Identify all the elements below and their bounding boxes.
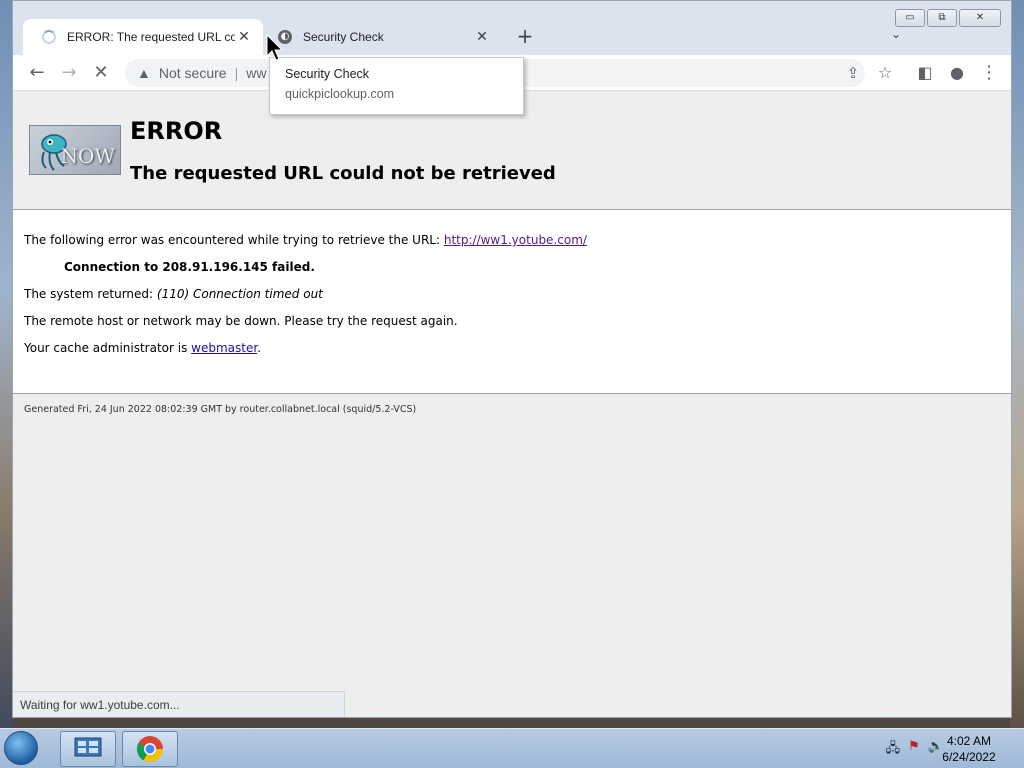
tooltip-url: quickpiclookup.com: [285, 87, 395, 101]
bottom-divider: [13, 393, 1011, 394]
error-details: The following error was encountered whil…: [13, 210, 1011, 393]
remote-host-text: The remote host or network may be down. …: [24, 314, 458, 328]
tab-close-icon[interactable]: ✕: [473, 28, 491, 46]
tab-error[interactable]: ERROR: The requested URL could not be re…: [23, 19, 263, 55]
bookmark-star-icon[interactable]: ☆: [873, 61, 897, 85]
warning-icon: ▲: [137, 65, 151, 81]
system-error-text: (110) Connection timed out: [156, 287, 323, 301]
start-button[interactable]: [4, 731, 44, 767]
address-separator: |: [234, 65, 239, 81]
desktop-background-right: [1010, 0, 1024, 728]
system-returned-line: The system returned: (110) Connection ti…: [24, 287, 323, 301]
taskbar: 🖧 ⚑ 🔈 4:02 AM 6/24/2022: [0, 728, 1024, 768]
cache-admin-line: Your cache administrator is webmaster.: [24, 341, 261, 355]
taskbar-chrome-button[interactable]: [122, 731, 178, 767]
security-label[interactable]: Not secure: [159, 65, 227, 81]
logo-text: NOW: [60, 144, 115, 168]
connection-failed-text: Connection to 208.91.196.145 failed.: [64, 260, 315, 274]
stop-loading-icon[interactable]: ✕: [89, 61, 113, 85]
profile-avatar-icon[interactable]: ●: [945, 61, 969, 85]
forward-arrow-icon[interactable]: →: [57, 61, 81, 85]
generated-footer: Generated Fri, 24 Jun 2022 08:02:39 GMT …: [24, 404, 417, 415]
close-window-button[interactable]: ✕: [959, 9, 1001, 27]
tab-strip: ERROR: The requested URL could not be re…: [13, 1, 1011, 55]
control-panel-icon: [74, 737, 102, 757]
clock-date: 6/24/2022: [942, 750, 996, 764]
error-url-line: The following error was encountered whil…: [24, 233, 587, 247]
webmaster-link[interactable]: webmaster: [191, 341, 257, 355]
page-subtitle: The requested URL could not be retrieved: [130, 163, 556, 184]
tab-security-check[interactable]: ◐ Security Check ✕: [269, 19, 501, 55]
cache-admin-prefix: Your cache administrator is: [24, 341, 192, 355]
window-controls: ▭ ⧉ ✕: [895, 9, 1001, 27]
tab-close-icon[interactable]: ✕: [235, 28, 253, 46]
system-returned-prefix: The system returned:: [24, 287, 157, 301]
error-page: NOW ERROR The requested URL could not be…: [13, 91, 1011, 717]
cache-admin-suffix: .: [257, 341, 262, 355]
status-bubble: Waiting for ww1.yotube.com...: [13, 691, 345, 717]
chrome-icon: [136, 736, 164, 763]
tab-search-chevron-icon[interactable]: ⌄: [887, 27, 905, 45]
minimize-button[interactable]: ▭: [895, 9, 925, 27]
new-tab-button[interactable]: +: [513, 25, 537, 49]
browser-window: ERROR: The requested URL could not be re…: [12, 0, 1012, 718]
tooltip-title: Security Check: [285, 67, 370, 81]
squid-logo: NOW: [29, 125, 121, 175]
side-panel-icon[interactable]: ◧: [913, 61, 937, 85]
windows-logo-icon: [4, 731, 38, 765]
tab-title: Security Check: [303, 30, 384, 44]
error-url-prefix: The following error was encountered whil…: [24, 233, 444, 247]
share-icon[interactable]: ⇪: [841, 61, 865, 85]
taskbar-control-panel-button[interactable]: [60, 731, 116, 767]
clock-time: 4:02 AM: [946, 734, 992, 748]
loading-spinner-icon: [41, 29, 57, 45]
taskbar-clock[interactable]: 4:02 AM 6/24/2022: [934, 733, 1004, 765]
restore-button[interactable]: ⧉: [927, 9, 957, 27]
error-url-link[interactable]: http://ww1.yotube.com/: [444, 233, 587, 247]
url-text[interactable]: ww: [246, 65, 266, 81]
back-arrow-icon[interactable]: ←: [25, 61, 49, 85]
page-title: ERROR: [130, 117, 223, 145]
mouse-cursor-icon: [266, 34, 284, 61]
tab-title: ERROR: The requested URL could not be re…: [67, 30, 235, 44]
tab-hover-tooltip: Security Check quickpiclookup.com: [269, 57, 524, 115]
action-center-flag-icon[interactable]: ⚑: [908, 739, 920, 761]
menu-kebab-icon[interactable]: ⋮: [977, 61, 1001, 85]
network-icon[interactable]: 🖧: [886, 739, 901, 761]
